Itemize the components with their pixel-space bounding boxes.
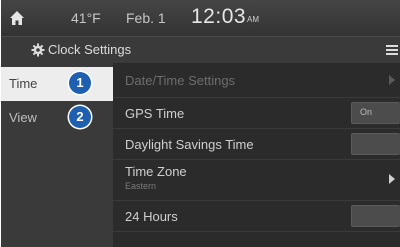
- date-time-settings-label: Date/Time Settings: [125, 73, 236, 88]
- list-item-daylight-savings[interactable]: Daylight Savings Time: [113, 129, 400, 160]
- outside-temperature: 41°F: [71, 10, 101, 26]
- date-display: Feb. 1: [126, 10, 166, 26]
- tab-view-label: View: [9, 110, 37, 125]
- title-bar: Clock Settings: [1, 36, 400, 64]
- list-item-date-time-settings[interactable]: Date/Time Settings: [113, 63, 400, 98]
- home-icon: [10, 11, 24, 25]
- callout-badge-2: 2: [69, 106, 91, 128]
- time-zone-value: Eastern: [125, 181, 157, 191]
- tab-time[interactable]: Time 1: [1, 67, 113, 101]
- menu-button[interactable]: [378, 43, 400, 57]
- list-item-gps-time[interactable]: GPS Time On: [113, 98, 400, 129]
- 24-hours-label: 24 Hours: [125, 209, 178, 224]
- am-pm-indicator: AM: [247, 15, 259, 24]
- time-display: 12:03: [191, 5, 247, 28]
- chevron-right-icon: [389, 75, 395, 85]
- tab-view[interactable]: View 2: [1, 101, 113, 135]
- status-bar: 41°F Feb. 1 12:03 AM: [1, 0, 400, 36]
- gps-time-toggle[interactable]: On: [351, 102, 400, 124]
- settings-tabs: Time 1 View 2: [1, 63, 113, 247]
- callout-badge-1: 1: [69, 72, 91, 94]
- clock-settings-screen: 41°F Feb. 1 12:03 AM Clock Settings Time…: [1, 0, 400, 247]
- list-item-time-zone[interactable]: Time Zone Eastern: [113, 160, 400, 201]
- page-title: Clock Settings: [48, 42, 132, 57]
- settings-list: Date/Time Settings GPS Time On Daylight …: [113, 63, 400, 247]
- home-button[interactable]: [7, 8, 27, 28]
- 24-hours-toggle[interactable]: [351, 205, 400, 227]
- gps-time-label: GPS Time: [125, 106, 185, 121]
- menu-icon: [386, 45, 398, 55]
- daylight-savings-toggle[interactable]: [351, 133, 400, 155]
- time-zone-label: Time Zone: [125, 164, 187, 179]
- gps-time-toggle-state: On: [360, 107, 373, 117]
- tab-time-label: Time: [9, 76, 38, 91]
- daylight-savings-label: Daylight Savings Time: [125, 137, 254, 152]
- chevron-right-icon: [389, 174, 395, 184]
- gear-icon: [31, 43, 45, 57]
- list-item-24-hours[interactable]: 24 Hours: [113, 201, 400, 232]
